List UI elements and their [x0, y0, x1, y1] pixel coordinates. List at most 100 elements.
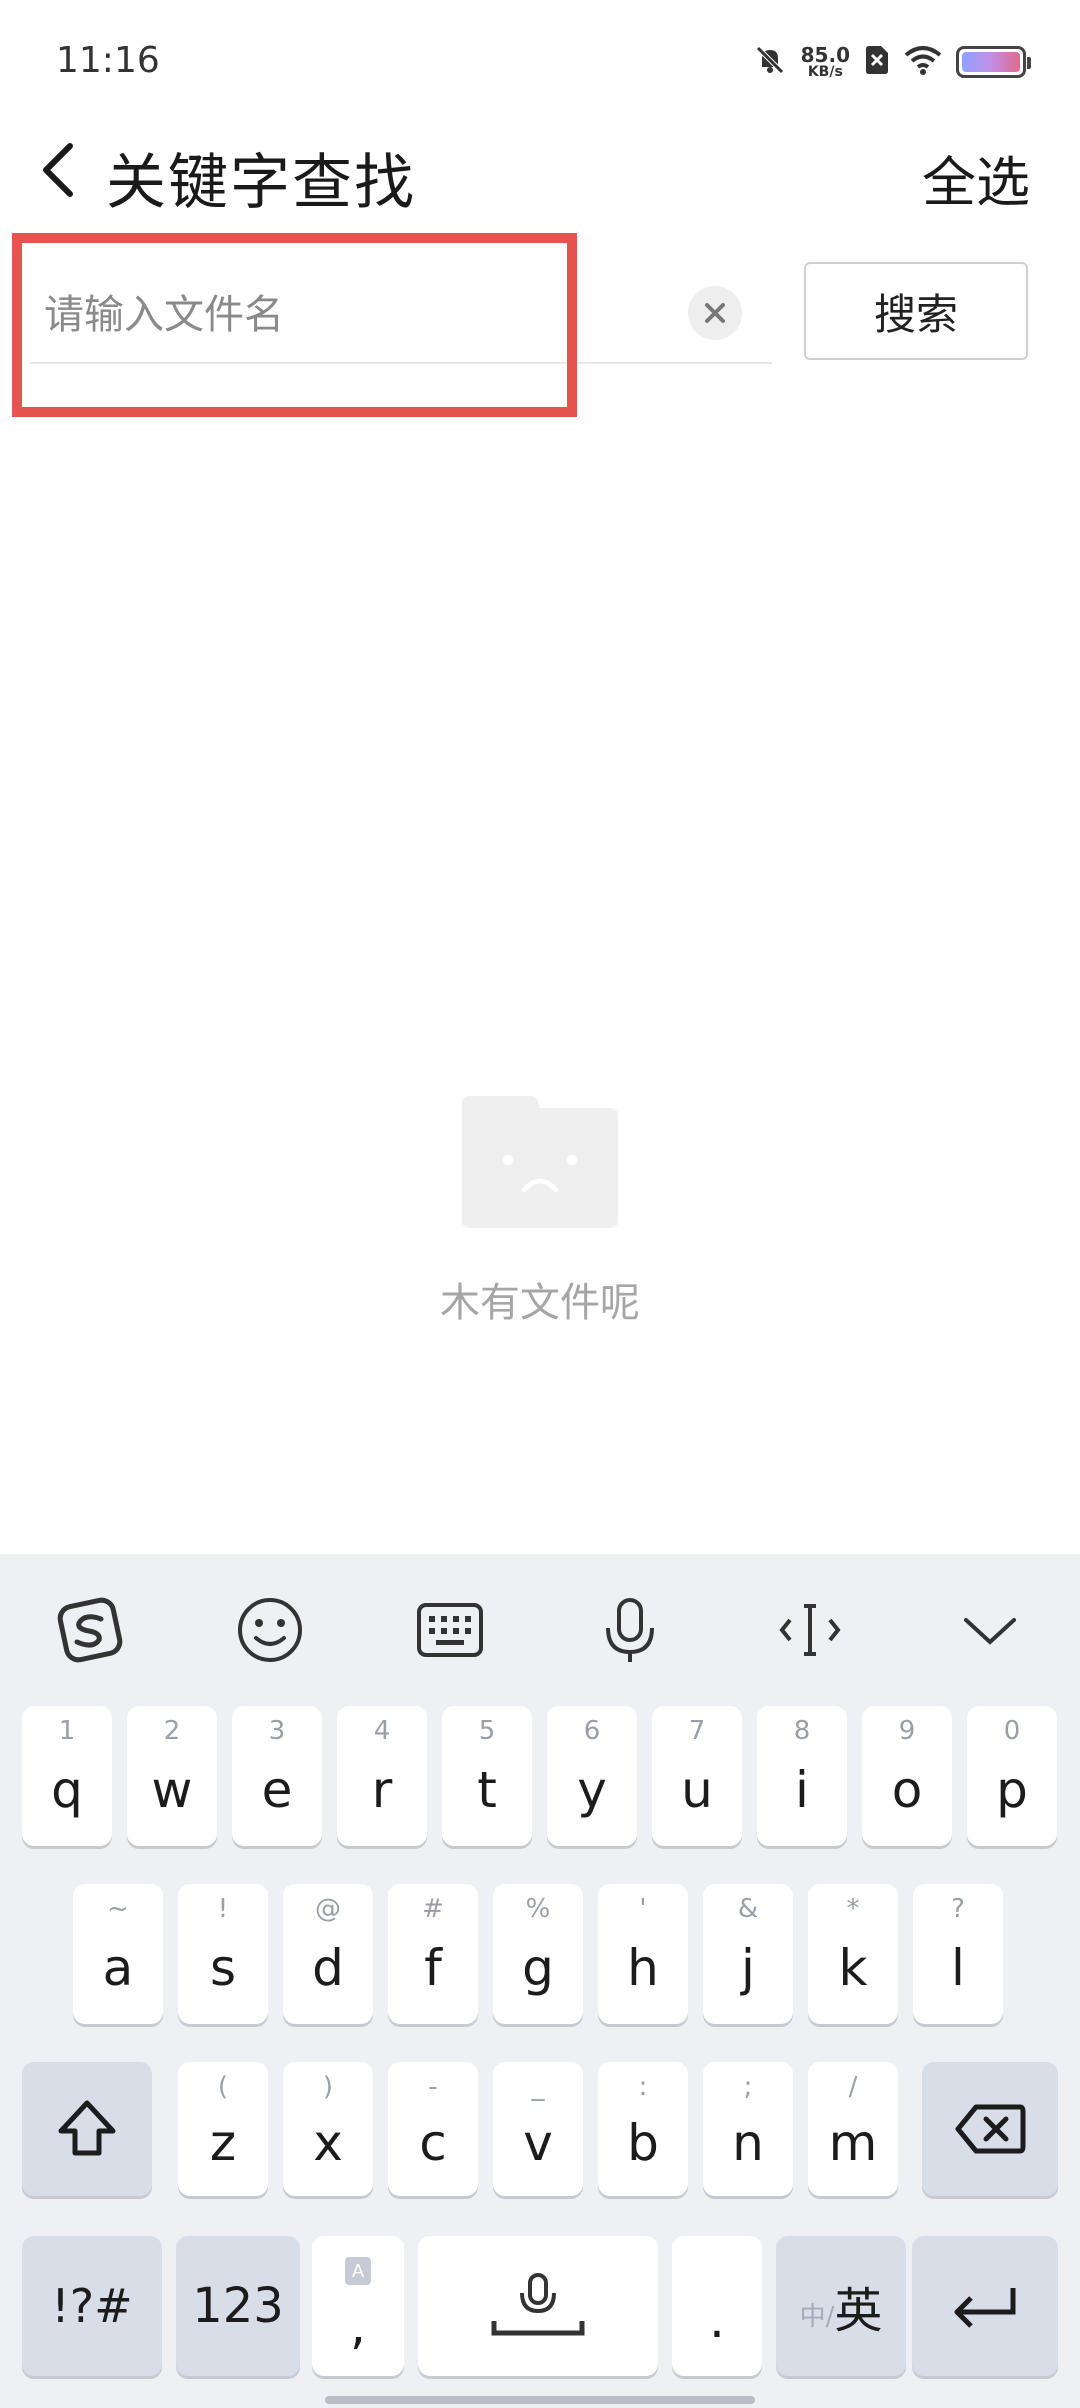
key-g[interactable]: % g: [493, 1884, 583, 2024]
keyboard-switch-button[interactable]: [410, 1590, 490, 1670]
key-l[interactable]: ? l: [913, 1884, 1003, 2024]
key-label: z: [209, 2114, 237, 2172]
key-q[interactable]: 1q: [22, 1706, 112, 1846]
status-icons: 85.0 KB/s: [753, 40, 1031, 84]
key-label: e: [261, 1761, 293, 1819]
key-h[interactable]: ' h: [598, 1884, 688, 2024]
key-hint: ): [322, 2072, 334, 2102]
key-z[interactable]: (z: [178, 2062, 268, 2196]
key-label: s: [209, 1939, 237, 1997]
key-f[interactable]: # f: [388, 1884, 478, 2024]
status-bar: 11:16 85.0 KB/s: [0, 0, 1080, 120]
key-hint: 5: [478, 1716, 496, 1746]
enter-key[interactable]: [912, 2236, 1058, 2376]
symbols-key[interactable]: !?#: [22, 2236, 162, 2376]
key-e[interactable]: 3e: [232, 1706, 322, 1846]
period-key[interactable]: .: [672, 2236, 762, 2376]
key-label: f: [424, 1939, 442, 1997]
key-hint: 9: [898, 1716, 916, 1746]
ai-icon: A: [312, 2256, 404, 2293]
enter-icon: [954, 2288, 1016, 2328]
clear-search-button[interactable]: [688, 286, 742, 340]
battery-icon: [956, 46, 1031, 78]
key-x[interactable]: ) x: [283, 2062, 373, 2196]
chevron-left-icon: [43, 143, 73, 197]
key-hint: &: [737, 1894, 759, 1924]
key-label: b: [627, 2114, 659, 2172]
key-hint: _: [531, 2072, 545, 2102]
key-a[interactable]: ~ a: [73, 1884, 163, 2024]
comma-key[interactable]: A ,: [312, 2236, 404, 2376]
keyboard-toolbar: [0, 1554, 1080, 1694]
space-key[interactable]: [418, 2236, 658, 2376]
key-hint: /: [848, 2072, 858, 2102]
key-k[interactable]: * k: [808, 1884, 898, 2024]
numbers-key[interactable]: 123: [176, 2236, 300, 2376]
key-r[interactable]: 4r: [337, 1706, 427, 1846]
key-label: r: [371, 1761, 393, 1819]
key-hint: 3: [268, 1716, 286, 1746]
backspace-key[interactable]: [922, 2062, 1058, 2196]
key-hint: 4: [373, 1716, 391, 1746]
search-input[interactable]: [44, 280, 684, 350]
cursor-move-button[interactable]: [770, 1590, 850, 1670]
sim-disabled-icon: [864, 45, 890, 79]
mute-bell-icon: [753, 43, 787, 81]
key-t[interactable]: 5t: [442, 1706, 532, 1846]
close-icon: [705, 303, 725, 323]
comma-label: ,: [350, 2297, 366, 2355]
net-speed: 85.0 KB/s: [801, 45, 850, 79]
key-label: u: [681, 1761, 713, 1819]
back-button[interactable]: [28, 138, 88, 202]
key-hint: -: [428, 2072, 438, 2102]
svg-text:A: A: [352, 2261, 365, 2282]
key-hint: (: [217, 2072, 229, 2102]
key-label: q: [51, 1761, 83, 1819]
keyboard: 1q2w3e4r5t6y7u8i9o0p ~ a! s @ d # f% g ' h & j * k? l …: [0, 1554, 1080, 2408]
key-d[interactable]: @ d: [283, 1884, 373, 2024]
key-label: c: [419, 2114, 447, 2172]
key-label: p: [996, 1761, 1028, 1819]
key-n[interactable]: ; n: [703, 2062, 793, 2196]
language-switch-key[interactable]: 中/ 英: [776, 2236, 906, 2376]
sad-folder-icon: [462, 1096, 618, 1228]
key-hint: ': [639, 1894, 647, 1924]
key-label: v: [523, 2114, 553, 2172]
key-hint: *: [846, 1894, 860, 1924]
hide-keyboard-button[interactable]: [950, 1590, 1030, 1670]
key-label: m: [828, 2114, 878, 2172]
emoji-button[interactable]: [230, 1590, 310, 1670]
key-hint: @: [315, 1894, 341, 1924]
key-c[interactable]: -c: [388, 2062, 478, 2196]
key-v[interactable]: _ v: [493, 2062, 583, 2196]
key-y[interactable]: 6y: [547, 1706, 637, 1846]
key-label: g: [522, 1939, 554, 1997]
key-hint: ?: [951, 1894, 965, 1924]
space-mic-icon: [491, 2273, 585, 2336]
key-i[interactable]: 8i: [757, 1706, 847, 1846]
header: 关键字查找 全选: [0, 120, 1080, 220]
key-hint: !: [217, 1894, 229, 1924]
key-label: x: [313, 2114, 343, 2172]
select-all-button[interactable]: 全选: [922, 138, 1030, 217]
key-hint: 6: [583, 1716, 601, 1746]
shift-key[interactable]: [22, 2062, 152, 2196]
key-p[interactable]: 0p: [967, 1706, 1057, 1846]
sogou-logo-button[interactable]: [50, 1590, 130, 1670]
key-s[interactable]: ! s: [178, 1884, 268, 2024]
home-indicator[interactable]: [325, 2396, 755, 2404]
key-b[interactable]: :b: [598, 2062, 688, 2196]
key-j[interactable]: & j: [703, 1884, 793, 2024]
search-field: [30, 268, 772, 364]
language-label: 英: [834, 2283, 883, 2339]
shift-icon: [58, 2100, 116, 2156]
key-m[interactable]: / m: [808, 2062, 898, 2196]
net-speed-unit: KB/s: [807, 64, 843, 80]
chevron-down-icon: [964, 1618, 1016, 1645]
key-w[interactable]: 2w: [127, 1706, 217, 1846]
voice-input-button[interactable]: [590, 1590, 670, 1670]
key-u[interactable]: 7u: [652, 1706, 742, 1846]
key-hint: :: [638, 2072, 648, 2102]
search-button[interactable]: 搜索: [804, 262, 1028, 360]
key-o[interactable]: 9o: [862, 1706, 952, 1846]
